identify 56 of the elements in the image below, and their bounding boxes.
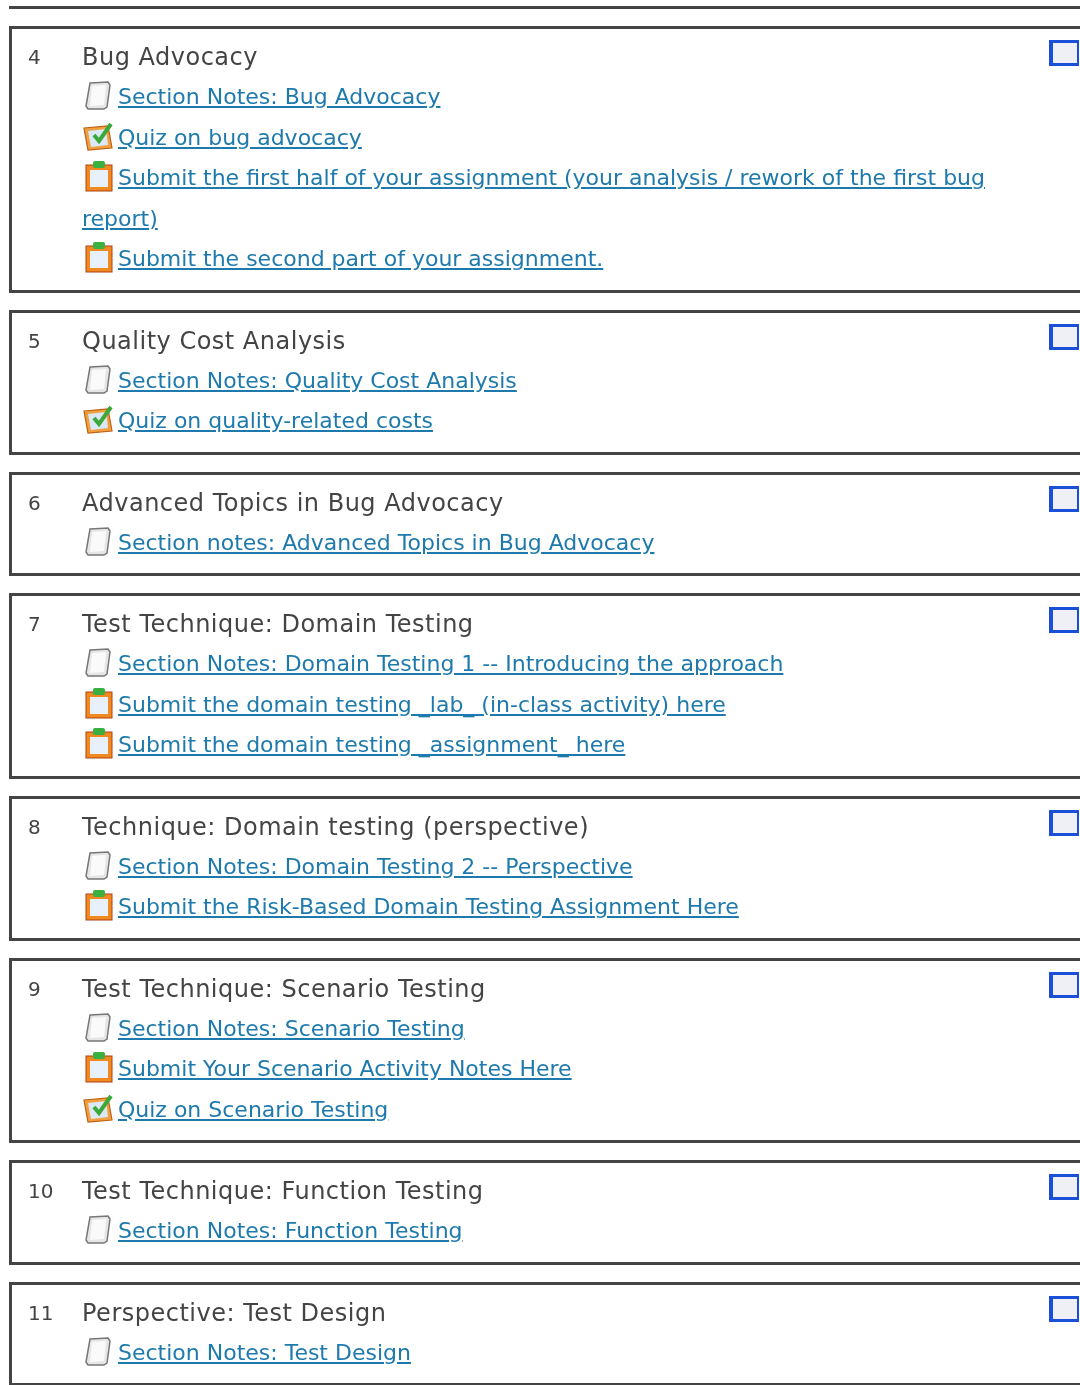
- page-icon: [82, 524, 114, 557]
- clipboard-icon: [82, 727, 114, 759]
- activity-link[interactable]: Submit the second part of your assignment.: [82, 239, 1050, 280]
- clipboard-icon: [82, 1051, 114, 1083]
- section-title: Quality Cost Analysis: [82, 325, 346, 357]
- section-title: Test Technique: Scenario Testing: [82, 973, 486, 1005]
- activity-link[interactable]: Quiz on Scenario Testing: [82, 1089, 1050, 1130]
- activity-link[interactable]: Section Notes: Quality Cost Analysis: [82, 360, 1050, 401]
- clipboard-icon: [82, 686, 114, 719]
- clipboard-icon: [82, 160, 114, 192]
- page-icon: [82, 362, 114, 395]
- page-icon: [82, 79, 114, 111]
- activity-link[interactable]: Submit the Risk-Based Domain Testing Assignment Here: [82, 887, 1050, 928]
- square-icon[interactable]: [1048, 606, 1080, 634]
- square-icon[interactable]: [1048, 970, 1080, 999]
- page-icon: [82, 1213, 114, 1245]
- activity-link[interactable]: Submit the domain testing _assignment_ here: [82, 725, 1050, 766]
- section-number: 7: [27, 611, 42, 638]
- activity-link[interactable]: Quiz on bug advocacy: [82, 117, 1050, 158]
- page-icon: [82, 1334, 114, 1367]
- square-icon[interactable]: [1048, 484, 1080, 513]
- activity-link[interactable]: Submit Your Scenario Activity Notes Here: [82, 1049, 1050, 1090]
- activity-link[interactable]: Section Notes: Domain Testing 2 -- Perspective: [82, 846, 1050, 887]
- section-number: 5: [27, 327, 42, 355]
- activity-link[interactable]: Section Notes: Bug Advocacy: [82, 77, 1050, 118]
- page-icon: [82, 646, 114, 678]
- section-number: 9: [27, 975, 42, 1003]
- activity-link[interactable]: Section Notes: Scenario Testing: [82, 1008, 1050, 1049]
- activity-link[interactable]: Section notes: Advanced Topics in Bug Advocacy: [82, 522, 1050, 563]
- section-number: 11: [27, 1299, 55, 1327]
- section-title: Test Technique: Domain Testing: [82, 609, 474, 640]
- section-title: Advanced Topics in Bug Advocacy: [82, 487, 504, 519]
- square-icon[interactable]: [1048, 1173, 1080, 1201]
- square-icon[interactable]: [1048, 1294, 1080, 1323]
- square-icon[interactable]: [1048, 808, 1080, 837]
- section-title: Perspective: Test Design: [82, 1297, 387, 1329]
- activity-link[interactable]: Submit the domain testing _lab_ (in-class activity) here: [82, 684, 1050, 725]
- section-title: Bug Advocacy: [82, 42, 258, 73]
- clipboard-icon: [82, 889, 114, 921]
- checklist-icon: [82, 403, 114, 435]
- section-number: 10: [27, 1178, 55, 1205]
- section-number: 4: [27, 44, 42, 71]
- section-number: 8: [27, 813, 42, 841]
- page-icon: [82, 848, 114, 881]
- section-title: Technique: Domain testing (perspective): [82, 811, 589, 843]
- activity-link[interactable]: Quiz on quality-related costs: [82, 401, 1050, 442]
- square-icon[interactable]: [1048, 39, 1080, 67]
- activity-link[interactable]: Section Notes: Test Design: [82, 1332, 1050, 1373]
- section-number: 6: [27, 489, 42, 517]
- clipboard-icon: [82, 241, 114, 273]
- activity-link[interactable]: Section Notes: Function Testing: [82, 1211, 1050, 1252]
- activity-link[interactable]: Section Notes: Domain Testing 1 -- Introducing the approach: [82, 644, 1050, 685]
- square-icon[interactable]: [1048, 322, 1080, 351]
- page-icon: [82, 1010, 114, 1043]
- section-title: Test Technique: Function Testing: [82, 1176, 484, 1207]
- activity-link[interactable]: Submit the first half of your assignment (your analysis / rework of the first bug report): [82, 158, 1050, 239]
